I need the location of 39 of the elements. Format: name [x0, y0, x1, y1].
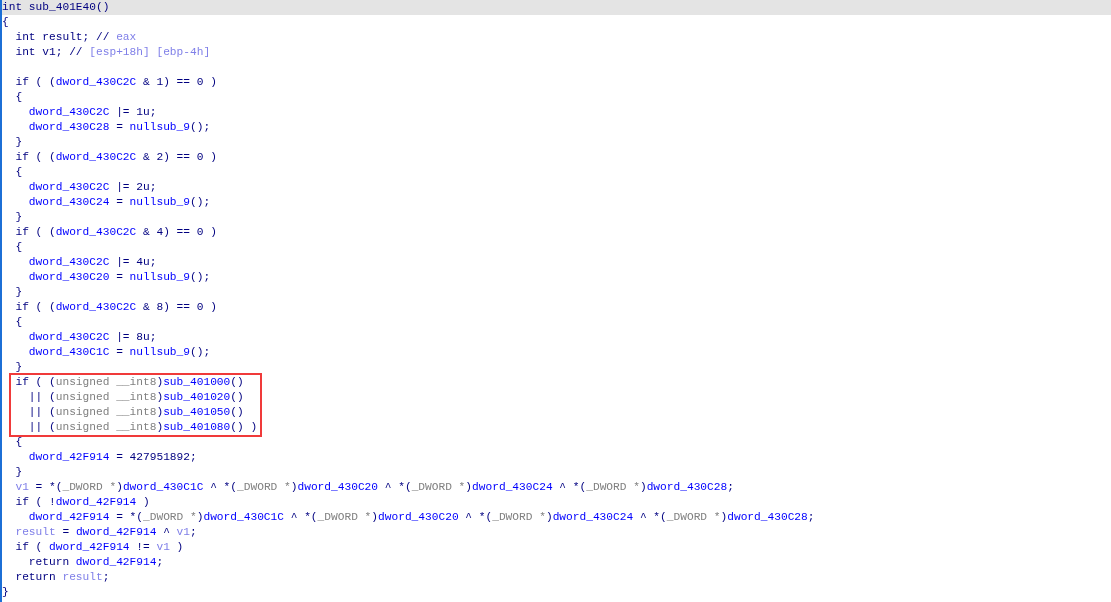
- code-line: dword_42F914 = *(_DWORD *)dword_430C1C ^ *(_DWORD *)dword_430C20 ^ *(_DWORD *)dword_430C24 ^ *(_DWORD *)dword_430C28;: [28, 510, 815, 525]
- code-line: dword_430C24 = nullsub_9();: [28, 195, 211, 210]
- code-line: dword_430C2C |= 1u;: [28, 105, 157, 120]
- code-line: if ( (unsigned __int8)sub_401000(): [15, 375, 244, 390]
- code-line: || (unsigned __int8)sub_401020(): [28, 390, 244, 405]
- code-line: if ( (dword_430C2C & 4) == 0 ): [15, 225, 217, 240]
- code-line: }: [15, 210, 23, 225]
- code-line: }: [2, 585, 9, 600]
- code-line: dword_430C2C |= 4u;: [28, 255, 157, 270]
- code-line: || (unsigned __int8)sub_401050(): [28, 405, 244, 420]
- code-line: }: [15, 360, 23, 375]
- code-line: {: [15, 90, 23, 105]
- code-line: if ( (dword_430C2C & 8) == 0 ): [15, 300, 217, 315]
- code-line: int sub_401E40(): [2, 0, 110, 15]
- code-line: v1 = *(_DWORD *)dword_430C1C ^ *(_DWORD *)dword_430C20 ^ *(_DWORD *)dword_430C24 ^ *(_DWORD *)dword_430C28;: [15, 480, 734, 495]
- code-line: if ( (dword_430C2C & 1) == 0 ): [15, 75, 217, 90]
- code-line: {: [15, 315, 23, 330]
- code-line: if ( dword_42F914 != v1 ): [15, 540, 184, 555]
- code-line: {: [15, 165, 23, 180]
- code-line: dword_430C20 = nullsub_9();: [28, 270, 211, 285]
- code-line: dword_430C2C |= 8u;: [28, 330, 157, 345]
- code-line: int v1; // [esp+18h] [ebp-4h]: [15, 45, 211, 60]
- code-line: dword_430C28 = nullsub_9();: [28, 120, 211, 135]
- code-line: }: [15, 465, 23, 480]
- code-line: }: [15, 285, 23, 300]
- code-line: if ( (dword_430C2C & 2) == 0 ): [15, 150, 217, 165]
- code-line: int result; // eax: [15, 30, 137, 45]
- code-line: || (unsigned __int8)sub_401080() ): [28, 420, 258, 435]
- code-line: {: [15, 435, 23, 450]
- code-line: result = dword_42F914 ^ v1;: [15, 525, 197, 540]
- code-line: return dword_42F914;: [28, 555, 164, 570]
- code-line: if ( !dword_42F914 ): [15, 495, 150, 510]
- code-line: dword_42F914 = 427951892;: [28, 450, 197, 465]
- code-line: dword_430C1C = nullsub_9();: [28, 345, 211, 360]
- code-line: }: [15, 135, 23, 150]
- code-line: {: [15, 240, 23, 255]
- code-line: dword_430C2C |= 2u;: [28, 180, 157, 195]
- code-line: {: [2, 15, 9, 30]
- code-line: return result;: [15, 570, 110, 585]
